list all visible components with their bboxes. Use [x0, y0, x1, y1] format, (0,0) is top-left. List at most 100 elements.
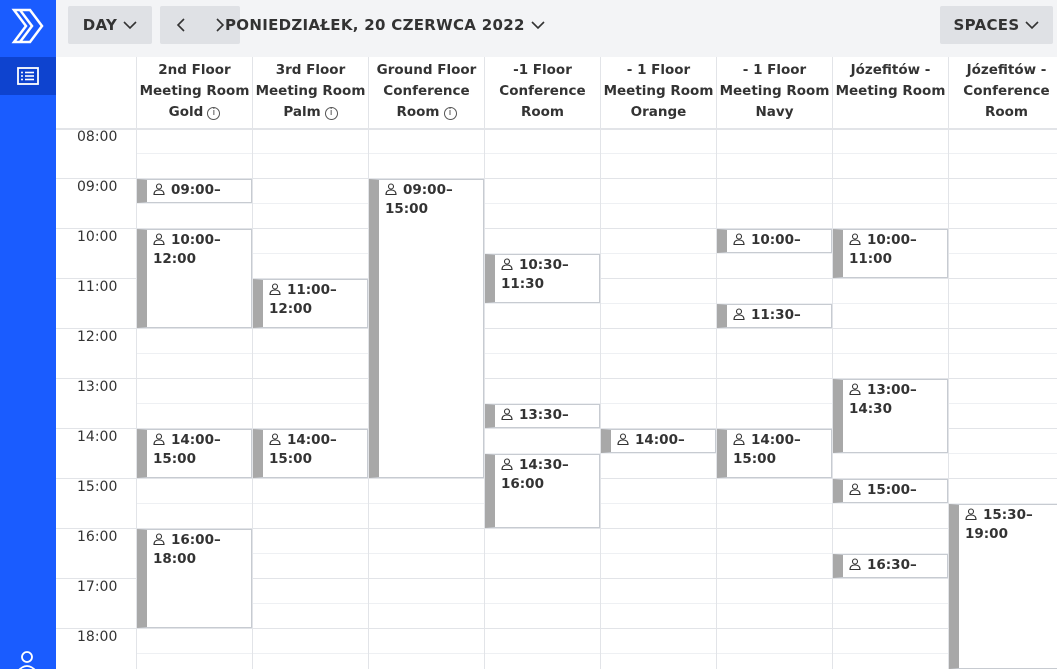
room-name-line: Meeting Room — [719, 83, 830, 99]
reservation-block[interactable]: 10:00– 12:00 — [137, 229, 252, 328]
room-name-line: Józefitów - — [850, 62, 931, 78]
person-icon — [617, 432, 629, 446]
time-label: 09:00 — [77, 179, 118, 195]
view-mode-dropdown[interactable]: DAY — [68, 6, 152, 44]
reservation-end: 14:30 — [849, 401, 892, 417]
person-icon — [385, 182, 397, 196]
reservation-start: 16:30– — [867, 557, 917, 573]
reservation-block[interactable]: 11:30– — [717, 304, 832, 328]
room-column-header[interactable]: Józefitów - Meeting Room — [832, 57, 948, 129]
person-icon — [849, 232, 861, 246]
person-icon — [501, 457, 513, 471]
room-column-header[interactable]: Józefitów - Conference Room — [948, 57, 1057, 129]
reservation-label: 10:00– 12:00 — [153, 230, 221, 269]
person-icon — [733, 432, 745, 446]
brand-logo-icon[interactable] — [8, 6, 48, 46]
person-icon — [153, 182, 165, 196]
column-divider — [484, 129, 485, 669]
room-name-line: 2nd Floor — [158, 62, 231, 78]
reservation-start: 16:00– — [171, 532, 221, 548]
spaces-dropdown[interactable]: SPACES — [940, 6, 1053, 44]
date-label: PONIEDZIAŁEK, 20 CZERWCA 2022 — [225, 16, 525, 34]
reservation-block[interactable]: 15:00– — [833, 479, 948, 503]
room-column-header[interactable]: 2nd Floor Meeting Room Gold i — [136, 57, 252, 129]
reservation-label: 15:00– — [849, 480, 917, 500]
time-label: 08:00 — [77, 129, 118, 145]
reservation-block[interactable]: 16:00– 18:00 — [137, 529, 252, 628]
time-label: 14:00 — [77, 429, 118, 445]
reservation-end: 18:00 — [153, 551, 196, 567]
reservation-block[interactable]: 09:00– — [137, 179, 252, 203]
room-column-header[interactable]: - 1 Floor Meeting Room Orange — [600, 57, 716, 129]
person-icon — [269, 282, 281, 296]
room-column-header[interactable]: -1 Floor Conference Room — [484, 57, 600, 129]
chevron-down-icon — [1025, 20, 1040, 29]
reservation-start: 11:30– — [751, 307, 801, 323]
column-divider — [252, 129, 253, 669]
room-name-line: Orange — [630, 104, 687, 120]
room-column-header[interactable]: 3rd Floor Meeting Room Palm i — [252, 57, 368, 129]
room-name-line: 3rd Floor — [275, 62, 346, 78]
info-icon[interactable]: i — [443, 107, 457, 120]
grid-line — [136, 153, 1057, 154]
column-divider — [600, 129, 601, 669]
reservation-block[interactable]: 11:00– 12:00 — [253, 279, 368, 328]
info-icon[interactable]: i — [207, 107, 221, 120]
reservation-label: 11:30– — [733, 305, 801, 325]
toolbar: DAY PONIEDZIAŁEK, 20 CZERWCA 2022 SPACES — [56, 0, 1057, 57]
reservation-block[interactable]: 10:00– 11:00 — [833, 229, 948, 278]
info-icon[interactable]: i — [324, 107, 338, 120]
reservation-end: 16:00 — [501, 476, 544, 492]
person-icon — [501, 407, 513, 421]
spaces-label: SPACES — [953, 16, 1020, 34]
chevron-right-icon — [215, 18, 224, 32]
reservation-block[interactable]: 13:30– — [485, 404, 600, 428]
reservation-label: 14:30– 16:00 — [501, 455, 569, 494]
time-label: 18:00 — [77, 629, 118, 645]
reservation-start: 10:00– — [867, 232, 917, 248]
reservation-block[interactable]: 14:00– 15:00 — [253, 429, 368, 478]
reservation-start: 14:30– — [519, 457, 569, 473]
reservation-label: 13:30– — [501, 405, 569, 425]
reservation-start: 13:00– — [867, 382, 917, 398]
reservation-block[interactable]: 14:00– — [601, 429, 716, 453]
reservation-label: 14:00– 15:00 — [153, 430, 221, 469]
reservation-block[interactable]: 13:00– 14:30 — [833, 379, 948, 453]
reservation-block[interactable]: 14:00– 15:00 — [717, 429, 832, 478]
room-name-line: - 1 Floor — [742, 62, 807, 78]
date-picker[interactable]: PONIEDZIAŁEK, 20 CZERWCA 2022 — [225, 6, 545, 44]
nav-reservations[interactable] — [0, 57, 56, 95]
time-label: 17:00 — [77, 579, 118, 595]
reservation-block[interactable]: 15:30– 19:00 — [949, 504, 1057, 669]
reservation-block[interactable]: 10:00– — [717, 229, 832, 253]
column-divider — [716, 129, 717, 669]
reservation-block[interactable]: 14:30– 16:00 — [485, 454, 600, 528]
reservation-block[interactable]: 16:30– — [833, 554, 948, 578]
reservation-block[interactable]: 10:30– 11:30 — [485, 254, 600, 303]
room-name-line: Meeting Room — [835, 83, 946, 99]
time-label: 12:00 — [77, 329, 118, 345]
person-icon — [965, 507, 977, 521]
room-column-header[interactable]: Ground Floor Conference Room i — [368, 57, 484, 129]
prev-day-button[interactable] — [160, 6, 200, 44]
reservation-block[interactable]: 14:00– 15:00 — [137, 429, 252, 478]
time-label: 10:00 — [77, 229, 118, 245]
room-name-line: Gold i — [137, 102, 252, 123]
room-column-header[interactable]: - 1 Floor Meeting Room Navy — [716, 57, 832, 129]
room-name-line: Conference — [963, 83, 1050, 99]
reservation-start: 14:00– — [751, 432, 801, 448]
reservation-label: 09:00– 15:00 — [385, 180, 453, 219]
reservation-block[interactable]: 09:00– 15:00 — [369, 179, 484, 478]
room-name-line: Józefitów - — [966, 62, 1047, 78]
chevron-left-icon — [176, 18, 185, 32]
person-icon — [153, 232, 165, 246]
grid-line — [136, 203, 1057, 204]
reservation-end: 11:00 — [849, 251, 892, 267]
reservation-label: 15:30– 19:00 — [965, 505, 1033, 544]
grid-line — [136, 353, 1057, 354]
reservation-end: 15:00 — [269, 451, 312, 467]
reservation-start: 09:00– — [403, 182, 453, 198]
grid-line — [136, 603, 1057, 604]
reservation-label: 10:00– 11:00 — [849, 230, 917, 269]
reservation-start: 14:00– — [287, 432, 337, 448]
